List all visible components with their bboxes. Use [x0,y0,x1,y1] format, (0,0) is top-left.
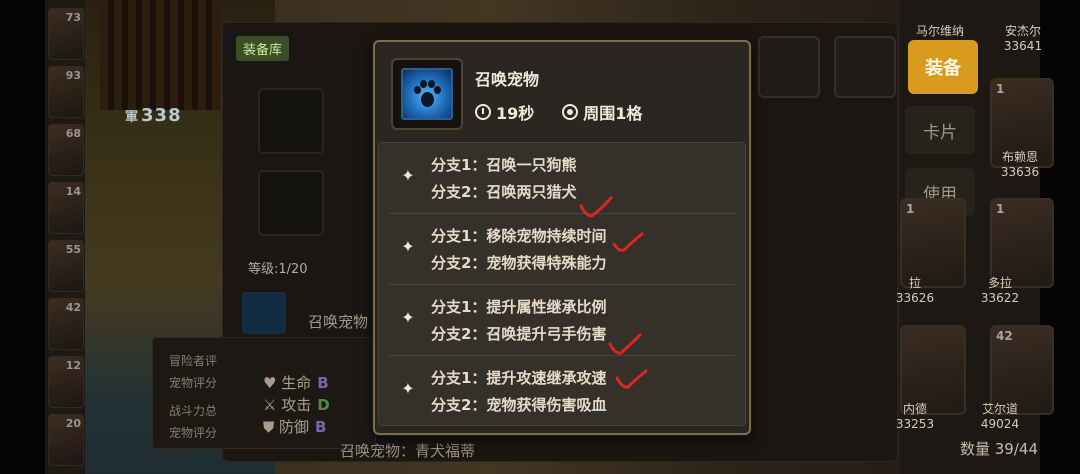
level-text: 等级:1/20 [248,262,308,277]
branch-option[interactable]: ✦ 分支1：提升攻速继承攻速 分支2：宠物获得伤害吸血 [379,356,745,427]
inventory-count: 数量 39/44 [960,440,1038,458]
skill-icon-frame [391,58,463,130]
sword-icon: ⚔ [263,396,282,414]
skill-meta: 19秒 周围1格 [475,100,642,124]
duration: 19秒 [475,100,534,124]
hero-level: 42 [996,329,1013,343]
sparkle-icon: ✦ [401,166,415,185]
hero-card[interactable]: 20 [48,414,84,466]
hero-card[interactable]: 14 [48,182,84,234]
necklace-item[interactable] [834,36,896,98]
range: 周围1格 [562,100,642,124]
hero-card[interactable]: 1 [990,198,1054,288]
shield-icon: ⛊ [263,418,280,436]
branch-option[interactable]: ✦ 分支1：召唤一只狗熊 分支2：召唤两只猎犬 [379,143,745,214]
map-fence [100,0,220,110]
ring-item[interactable] [758,36,820,98]
accessory-slot[interactable] [258,170,324,236]
hero-strip[interactable]: 73 93 68 14 55 42 12 20 [45,0,85,474]
hero-level: 1 [996,202,1005,216]
hero-level: 42 [65,301,81,314]
castle-icon: 軍 [125,110,140,125]
skill-tooltip: 召唤宠物 19秒 周围1格 ✦ 分支1：召唤一只狗熊 分支2：召唤两只猎犬 ✦ … [373,40,751,435]
range-value: 周围1格 [583,104,643,123]
hero-level: 12 [65,359,81,372]
skill-name: 召唤宠物 [308,313,369,331]
branch-option[interactable]: ✦ 分支1：移除宠物持续时间 分支2：宠物获得特殊能力 [379,214,745,285]
hero-level: 73 [65,11,81,24]
stat-def: ⛊ 防御 B [263,416,326,437]
stat-hp: ♥ 生命 B [263,372,329,393]
stat-label: 攻击 [281,396,312,414]
stat-label: 生命 [281,374,312,392]
hero-level: 1 [906,202,915,216]
sparkle-icon: ✦ [401,379,415,398]
stat-grade: B [315,418,327,436]
equip-button[interactable]: 装备 [908,40,978,94]
hero-level: 55 [65,243,81,256]
skill-row[interactable]: 召唤宠物 [234,288,384,338]
hero-name: 艾尔道 49024 [980,402,1020,431]
stats-title: 战斗力总 [169,404,218,418]
hero-card[interactable]: 1 [900,198,966,288]
hero-level: 20 [65,417,81,430]
hero-name: 多拉 33622 [980,276,1020,305]
hero-name: 内德 33253 [895,402,935,431]
hero-card[interactable]: 12 [48,356,84,408]
check-mark-icon [608,333,642,355]
stat-atk: ⚔ 攻击 D [263,394,330,415]
sparkle-icon: ✦ [401,308,415,327]
stats-title: 宠物评分 [169,426,218,440]
hero-level: 93 [65,69,81,82]
hero-name: 安杰尔 33641 [1003,24,1043,53]
check-mark-icon [579,196,613,218]
branch-2-text: 分支2：宠物获得特殊能力 [431,254,607,272]
skill-paw-icon [242,292,286,334]
bottom-skill-text: 召唤宠物：青犬福蒂 [340,442,476,460]
map-score-value: 338 [141,105,182,126]
card-button[interactable]: 卡片 [905,106,975,154]
branch-2-text: 分支2：宠物获得伤害吸血 [431,396,607,414]
sparkle-icon: ✦ [401,237,415,256]
branch-1-text: 分支1：提升属性继承比例 [431,298,607,316]
branch-1-text: 分支1：提升攻速继承攻速 [431,369,607,387]
map-score: 軍 338 [125,105,182,126]
bow-slot[interactable] [258,88,324,154]
branch-1-text: 分支1：召唤一只狗熊 [431,156,577,174]
hero-level: 14 [65,185,81,198]
branch-1-text: 分支1：移除宠物持续时间 [431,227,607,245]
hero-level: 68 [65,127,81,140]
stats-title: 宠物评分 [169,376,218,390]
branch-2-text: 分支2：召唤提升弓手伤害 [431,325,607,343]
check-mark-icon [612,232,644,252]
branch-option[interactable]: ✦ 分支1：提升属性继承比例 分支2：召唤提升弓手伤害 [379,285,745,356]
duration-value: 19秒 [496,104,535,123]
branch-2-text: 分支2：召唤两只猎犬 [431,183,577,201]
hero-card[interactable]: 73 [48,8,84,60]
hero-card[interactable]: 42 [48,298,84,350]
hero-card[interactable]: 55 [48,240,84,292]
target-icon [562,104,579,120]
stats-title: 冒险者评 [169,354,218,368]
skill-title: 召唤宠物 [475,70,540,89]
hero-name: 拉 33626 [895,276,935,305]
hero-card[interactable]: 93 [48,66,84,118]
check-mark-icon [615,369,648,389]
hero-card[interactable]: 68 [48,124,84,176]
stat-grade: D [317,396,330,414]
stat-label: 防御 [279,418,310,436]
left-black-bar [0,0,45,474]
stat-grade: B [317,374,329,392]
clock-icon [475,104,491,120]
hero-level: 1 [996,82,1005,96]
hero-name: 布赖恩 33636 [1000,150,1040,179]
heart-icon: ♥ [263,374,282,392]
paw-icon [401,68,453,120]
hero-name: 马尔维纳 [915,24,964,38]
branch-list: ✦ 分支1：召唤一只狗熊 分支2：召唤两只猎犬 ✦ 分支1：移除宠物持续时间 分… [378,142,746,426]
stats-box: 冒险者评 宠物评分 战斗力总 宠物评分 ♥ 生命 B ⚔ 攻击 D ⛊ 防御 B [152,337,376,449]
equipment-library-tag[interactable]: 装备库 [236,36,290,61]
